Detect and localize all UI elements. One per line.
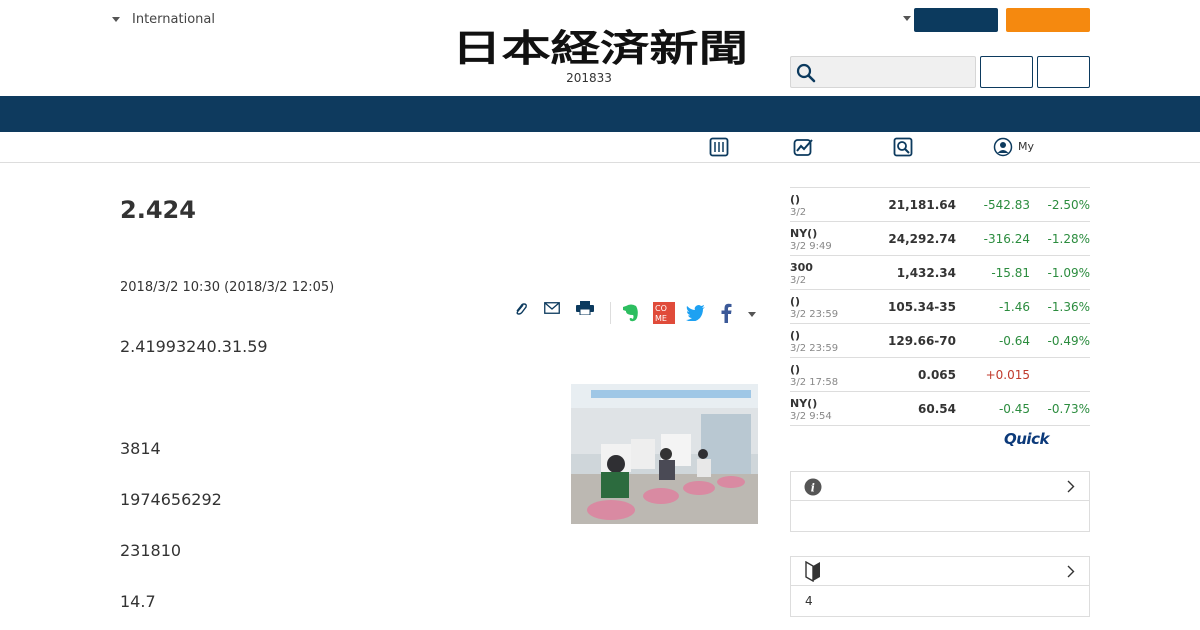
info-icon: i — [804, 478, 822, 496]
article-paragraph: 1974656292 — [120, 490, 222, 509]
search-icon — [796, 63, 816, 83]
signup-button[interactable] — [1006, 8, 1090, 32]
market-time: 3/2 9:54 — [790, 411, 832, 422]
market-value: 105.34-35 — [888, 300, 956, 314]
market-row[interactable]: NY() 3/2 9:54 60.54 -0.45 -0.73% — [790, 392, 1090, 426]
facebook-icon[interactable] — [720, 303, 732, 323]
market-value: 24,292.74 — [888, 232, 956, 246]
market-name: NY() — [790, 397, 818, 410]
chevron-right-icon — [1067, 565, 1075, 578]
article-paragraph: 2.41993240.31.59 — [120, 337, 268, 356]
market-row[interactable]: NY() 3/2 9:49 24,292.74 -316.24 -1.28% — [790, 222, 1090, 256]
market-change: -15.81 — [991, 266, 1030, 280]
market-data-table: () 3/2 21,181.64 -542.83 -2.50% NY() 3/2… — [790, 187, 1090, 426]
market-row[interactable]: () 3/2 17:58 0.065 +0.015 — [790, 358, 1090, 392]
svg-text:i: i — [811, 482, 815, 495]
register-button[interactable] — [1037, 56, 1090, 88]
market-time: 3/2 9:49 — [790, 241, 832, 252]
market-change: -0.45 — [998, 402, 1030, 416]
market-value: 129.66-70 — [888, 334, 956, 348]
beginner-box: 4 — [790, 556, 1090, 617]
market-value: 60.54 — [918, 402, 956, 416]
sub-nav: My — [0, 132, 1200, 163]
article-paragraph: 231810 — [120, 541, 182, 560]
market-row[interactable]: 300 3/2 1,432.34 -15.81 -1.09% — [790, 256, 1090, 290]
print-icon[interactable] — [576, 301, 594, 315]
chart-icon[interactable] — [793, 137, 815, 157]
info-box-header[interactable]: i — [791, 472, 1089, 501]
market-name: () — [790, 363, 801, 376]
market-percent: -1.28% — [1047, 232, 1090, 246]
market-change: -542.83 — [983, 198, 1030, 212]
market-value: 21,181.64 — [888, 198, 956, 212]
nikkei-logo[interactable]: 日本経済新聞 — [452, 28, 748, 68]
market-percent: -1.36% — [1047, 300, 1090, 314]
market-time: 3/2 17:58 — [790, 377, 839, 388]
region-selector[interactable]: International — [112, 12, 215, 27]
market-row[interactable]: () 3/2 23:59 129.66-70 -0.64 -0.49% — [790, 324, 1090, 358]
login-button[interactable] — [980, 56, 1033, 88]
article-timestamp: 2018/3/2 10:30 (2018/3/2 12:05) — [120, 280, 335, 295]
quick-logo[interactable]: Quick — [1004, 430, 1049, 448]
newspaper-icon[interactable] — [709, 137, 729, 157]
market-percent: -0.49% — [1047, 334, 1090, 348]
paperclip-icon[interactable] — [514, 301, 528, 317]
search-input[interactable] — [790, 56, 976, 88]
market-name: () — [790, 295, 801, 308]
main-nav-bar — [0, 96, 1200, 132]
office-photo — [571, 384, 758, 524]
article-paragraph: 14.7 — [120, 592, 156, 611]
market-time: 3/2 — [790, 275, 807, 286]
market-value: 1,432.34 — [896, 266, 956, 280]
subscribe-button[interactable] — [914, 8, 998, 32]
svg-text:日本経済新聞: 日本経済新聞 — [452, 28, 748, 68]
evernote-icon[interactable] — [622, 303, 640, 323]
beginner-mark-icon — [805, 561, 820, 582]
market-change: -0.64 — [998, 334, 1030, 348]
more-share-icon[interactable] — [748, 312, 756, 317]
share-toolbar: CO ME — [510, 298, 760, 328]
market-percent: -1.09% — [1047, 266, 1090, 280]
caret-down-icon[interactable] — [903, 16, 911, 21]
market-change: -1.46 — [998, 300, 1030, 314]
market-time: 3/2 23:59 — [790, 309, 839, 320]
article-photo[interactable] — [571, 384, 758, 524]
info-box: i — [790, 471, 1090, 532]
twitter-icon[interactable] — [686, 305, 706, 321]
svg-text:ME: ME — [655, 314, 667, 323]
market-name: 300 — [790, 261, 813, 274]
chevron-right-icon — [1067, 480, 1075, 493]
user-icon[interactable] — [993, 137, 1013, 157]
market-time: 3/2 23:59 — [790, 343, 839, 354]
article-paragraph: 3814 — [120, 439, 161, 458]
market-name: () — [790, 193, 801, 206]
article-title: 2.424 — [120, 196, 196, 224]
svg-text:CO: CO — [655, 304, 667, 313]
info-box-body — [791, 501, 1089, 531]
mail-icon[interactable] — [544, 302, 560, 314]
beginner-box-text: 4 — [805, 594, 813, 608]
edition-date: 201833 — [566, 71, 612, 85]
market-name: NY() — [790, 227, 818, 240]
divider — [610, 302, 611, 324]
region-label: International — [132, 12, 215, 27]
site-header: International 日本経済新聞 201833 — [0, 0, 1200, 96]
search-icon[interactable] — [893, 137, 913, 157]
market-row[interactable]: () 3/2 23:59 105.34-35 -1.46 -1.36% — [790, 290, 1090, 324]
market-name: () — [790, 329, 801, 342]
comemo-icon[interactable]: CO ME — [653, 302, 675, 324]
my-nikkei-link[interactable]: My — [1018, 140, 1034, 153]
market-percent: -2.50% — [1047, 198, 1090, 212]
caret-down-icon — [112, 17, 120, 22]
market-row[interactable]: () 3/2 21,181.64 -542.83 -2.50% — [790, 188, 1090, 222]
market-percent: -0.73% — [1047, 402, 1090, 416]
market-time: 3/2 — [790, 207, 807, 218]
market-change: -316.24 — [983, 232, 1030, 246]
beginner-box-body: 4 — [791, 586, 1089, 616]
market-value: 0.065 — [918, 368, 956, 382]
market-change: +0.015 — [985, 368, 1030, 382]
beginner-box-header[interactable] — [791, 557, 1089, 586]
